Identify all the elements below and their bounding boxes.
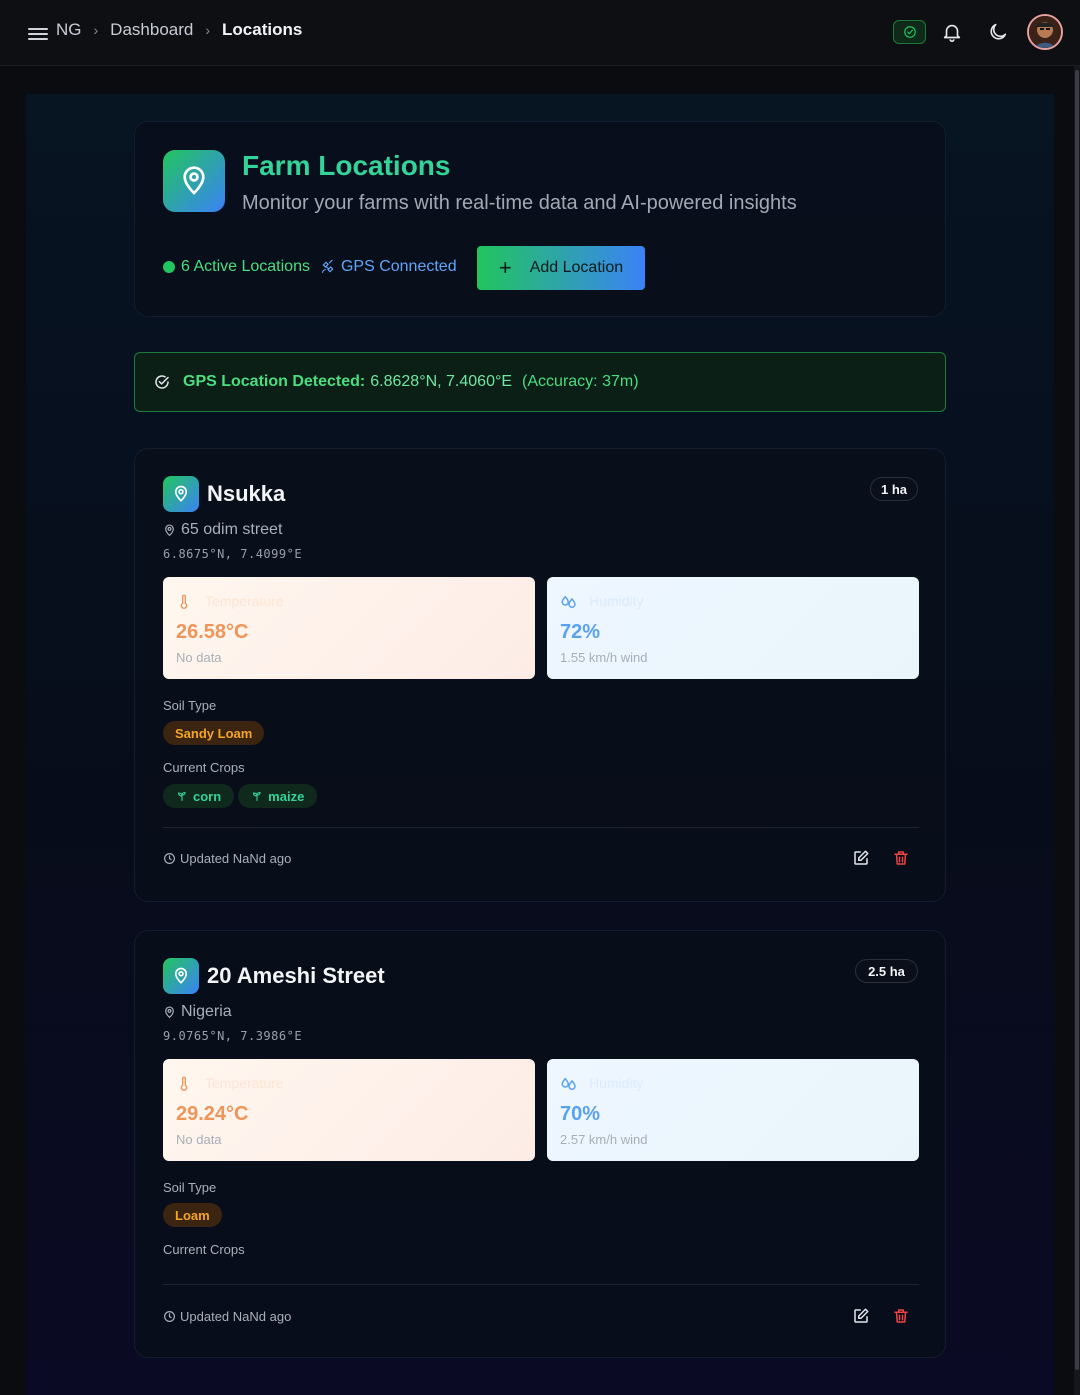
map-pin-icon: [163, 150, 225, 212]
temperature-label: Temperature: [205, 593, 284, 609]
location-coordinates: 9.0765°N, 7.3986°E: [163, 1029, 303, 1043]
avatar[interactable]: [1027, 14, 1063, 50]
crop-name: maize: [268, 788, 305, 804]
chevron-right-icon: ›: [93, 22, 99, 38]
gps-status-label: GPS Connected: [340, 258, 457, 275]
sprout-icon: [253, 791, 261, 802]
humidity-value: 72%: [560, 621, 601, 643]
divider: [163, 1284, 919, 1285]
soil-type-badge: Sandy Loam: [163, 721, 265, 745]
humidity-label: Humidity: [589, 1075, 644, 1091]
temperature-note: No data: [176, 650, 222, 665]
satellite-icon: [322, 259, 334, 273]
crop-list: corn maize: [163, 784, 321, 808]
breadcrumb: NG › Dashboard › Locations: [56, 20, 302, 40]
last-updated: Updated NaNd ago: [163, 1309, 291, 1324]
gps-detected-banner: GPS Location Detected: 6.8628°N, 7.4060°…: [134, 352, 946, 412]
connection-status-badge[interactable]: [893, 20, 926, 44]
map-pin-icon: [165, 1005, 174, 1018]
droplets-icon: [561, 595, 576, 609]
plus-icon: +: [498, 255, 512, 280]
location-card: Nsukka 1 ha 65 odim street 6.8675°N, 7.4…: [134, 448, 946, 902]
gps-banner-label: GPS Location Detected:: [183, 373, 366, 390]
last-updated-text: Updated NaNd ago: [180, 1309, 292, 1324]
location-name: Nsukka: [207, 481, 286, 506]
current-crops-label: Current Crops: [163, 760, 245, 775]
current-crops-label: Current Crops: [163, 1242, 245, 1257]
area-badge: 1 ha: [870, 477, 918, 501]
active-locations-count: 6 Active Locations: [181, 258, 310, 275]
humidity-tile: Humidity 70% 2.57 km/h wind: [547, 1059, 919, 1161]
location-card: 20 Ameshi Street 2.5 ha Nigeria 9.0765°N…: [134, 930, 946, 1358]
location-address: Nigeria: [163, 1003, 232, 1021]
check-circle-icon: [155, 375, 169, 389]
map-pin-icon: [163, 476, 199, 512]
page-title: Farm Locations: [242, 150, 451, 181]
thermometer-icon: [180, 1076, 188, 1091]
humidity-value: 70%: [560, 1103, 601, 1125]
gps-banner-accuracy: (Accuracy: 37m): [522, 373, 639, 390]
chevron-right-icon: ›: [205, 22, 211, 38]
location-name: 20 Ameshi Street: [207, 963, 385, 988]
soil-type-label: Soil Type: [163, 1180, 217, 1195]
clock-icon: [164, 853, 175, 864]
droplets-icon: [561, 1077, 576, 1091]
map-pin-icon: [165, 523, 174, 536]
header-stats: 6 Active Locations GPS Connected: [163, 258, 457, 276]
edit-icon[interactable]: [850, 847, 872, 869]
check-circle-icon: [903, 26, 916, 38]
trash-icon[interactable]: [890, 1305, 912, 1327]
temperature-tile: Temperature 26.58°C No data: [163, 577, 535, 679]
humidity-tile: Humidity 72% 1.55 km/h wind: [547, 577, 919, 679]
temperature-value: 26.58°C: [176, 621, 249, 643]
divider: [163, 827, 919, 828]
moon-icon[interactable]: [986, 20, 1010, 44]
top-bar: NG › Dashboard › Locations: [0, 0, 1080, 66]
status-dot-icon: [163, 261, 175, 273]
temperature-value: 29.24°C: [176, 1103, 249, 1125]
wind-speed: 1.55 km/h wind: [560, 650, 648, 665]
last-updated: Updated NaNd ago: [163, 851, 291, 866]
crop-name: corn: [193, 788, 222, 804]
menu-icon[interactable]: [26, 22, 50, 46]
last-updated-text: Updated NaNd ago: [180, 851, 292, 866]
location-address-text: 65 odim street: [181, 521, 283, 538]
location-address: 65 odim street: [163, 521, 282, 539]
soil-type-badge: Loam: [163, 1203, 222, 1227]
add-location-label: Add Location: [529, 259, 624, 276]
gps-status: GPS Connected: [320, 258, 457, 276]
crop-chip: corn: [163, 784, 235, 808]
page-header-card: Farm Locations Monitor your farms with r…: [134, 121, 946, 317]
location-coordinates: 6.8675°N, 7.4099°E: [163, 547, 303, 561]
map-pin-icon: [163, 958, 199, 994]
temperature-tile: Temperature 29.24°C No data: [163, 1059, 535, 1161]
location-address-text: Nigeria: [181, 1003, 232, 1020]
bell-icon[interactable]: [940, 20, 964, 44]
crop-chip: maize: [238, 784, 318, 808]
area-badge: 2.5 ha: [855, 959, 918, 983]
edit-icon[interactable]: [850, 1305, 872, 1327]
breadcrumb-root[interactable]: NG: [56, 20, 82, 40]
wind-speed: 2.57 km/h wind: [560, 1132, 648, 1147]
thermometer-icon: [180, 594, 188, 609]
breadcrumb-dashboard[interactable]: Dashboard: [110, 20, 193, 40]
add-location-button[interactable]: + Add Location: [477, 246, 645, 290]
gps-banner-coords: 6.8628°N, 7.4060°E: [370, 373, 513, 390]
humidity-label: Humidity: [589, 593, 644, 609]
sprout-icon: [177, 791, 186, 802]
scrollbar-thumb[interactable]: [1075, 70, 1079, 1370]
trash-icon[interactable]: [890, 847, 912, 869]
temperature-note: No data: [176, 1132, 222, 1147]
clock-icon: [164, 1311, 175, 1322]
page-subtitle: Monitor your farms with real-time data a…: [242, 192, 797, 214]
temperature-label: Temperature: [205, 1075, 284, 1091]
breadcrumb-current: Locations: [222, 20, 303, 39]
soil-type-label: Soil Type: [163, 698, 217, 713]
